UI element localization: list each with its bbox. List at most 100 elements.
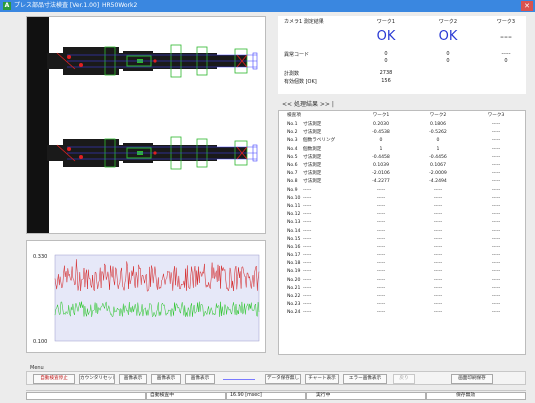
results-cell-work2: ----- bbox=[433, 203, 443, 209]
results-row: No.1 寸法測定 0.2030 0.1806 ----- bbox=[279, 121, 525, 129]
results-row: No.24 ----- ----- ----- ----- bbox=[279, 309, 525, 317]
results-cell-work2: -2.0009 bbox=[429, 171, 447, 177]
menu-button-9[interactable]: 戻り bbox=[393, 374, 415, 384]
results-cell-work1: ----- bbox=[376, 195, 386, 201]
results-cell-type: ----- bbox=[303, 203, 312, 209]
menu-separator-line bbox=[223, 379, 255, 380]
result-code2-work3: 0 bbox=[504, 58, 508, 64]
results-cell-work1: ----- bbox=[376, 302, 386, 308]
results-row: No.14 ----- ----- ----- ----- bbox=[279, 227, 525, 235]
title-bar: A プレス部品寸法検査 [Ver.1.00] HR50Work2 ✕ bbox=[0, 0, 535, 12]
status-time: 16.90 [msec] bbox=[230, 393, 262, 398]
results-cell-work1: ----- bbox=[376, 220, 386, 226]
menu-button-8[interactable]: エラー画像表示 bbox=[343, 374, 387, 384]
results-cell-item: No.6 bbox=[287, 163, 298, 169]
results-cell-work1: ----- bbox=[376, 212, 386, 218]
results-cell-item: No.5 bbox=[287, 154, 298, 160]
results-cell-work3: ----- bbox=[491, 220, 501, 226]
results-header-type bbox=[301, 111, 353, 121]
results-header-work3: ワーク3 bbox=[487, 113, 505, 118]
results-cell-work3: ----- bbox=[491, 269, 501, 275]
results-row: No.8 寸法測定 -4.2277 -4.2494 ----- bbox=[279, 178, 525, 186]
results-cell-work3: ----- bbox=[491, 146, 501, 152]
results-cell-item: No.10 bbox=[287, 195, 301, 201]
results-cell-work1: ----- bbox=[376, 261, 386, 267]
result-code-work1: 0 bbox=[384, 51, 388, 57]
results-row: No.9 ----- ----- ----- ----- bbox=[279, 187, 525, 195]
results-table-panel: 検査項目 ワーク1 ワーク2 ワーク3 No.1 寸法測定 0.2030 0.1806… bbox=[278, 110, 526, 355]
results-cell-work2: ----- bbox=[433, 277, 443, 283]
menu-button-1[interactable]: 自動検査停止 bbox=[33, 374, 75, 384]
menu-button-3[interactable]: 画像表示 bbox=[119, 374, 147, 384]
results-header-work1: ワーク1 bbox=[372, 113, 390, 118]
results-cell-work3: ----- bbox=[491, 195, 501, 201]
results-cell-work3: ----- bbox=[491, 138, 501, 144]
results-cell-work2: ----- bbox=[433, 302, 443, 308]
app-icon: A bbox=[3, 2, 11, 10]
results-cell-work1: ----- bbox=[376, 294, 386, 300]
summary-panel: カメラ1 測定結果 ワーク1 ワーク2 ワーク3 OK OK --- 異常コード… bbox=[278, 16, 526, 94]
results-cell-work1: ----- bbox=[376, 269, 386, 275]
results-row: No.11 ----- ----- ----- ----- bbox=[279, 203, 525, 211]
results-cell-work1: 0.1039 bbox=[372, 163, 390, 169]
menu-button-2[interactable]: カウンタリセット bbox=[79, 374, 115, 384]
results-cell-work1: ----- bbox=[376, 253, 386, 259]
results-cell-work3: ----- bbox=[491, 294, 501, 300]
menu-bar: 自動検査停止 カウンタリセット 画像表示 画像表示 画像表示 データ保存無し チャート表示エ… bbox=[26, 371, 526, 385]
results-cell-work2: ----- bbox=[433, 285, 443, 291]
results-cell-work2: ----- bbox=[433, 236, 443, 242]
results-cell-work3: ----- bbox=[491, 212, 501, 218]
results-row: No.19 ----- ----- ----- ----- bbox=[279, 268, 525, 276]
results-cell-work1: ----- bbox=[376, 310, 386, 316]
results-table: 検査項目 ワーク1 ワーク2 ワーク3 No.1 寸法測定 0.2030 0.1806… bbox=[279, 111, 525, 318]
results-cell-work2: ----- bbox=[433, 269, 443, 275]
results-cell-work1: -0.4538 bbox=[372, 130, 390, 136]
close-icon[interactable]: ✕ bbox=[521, 1, 533, 11]
results-row: No.21 ----- ----- ----- ----- bbox=[279, 285, 525, 293]
menu-button-4[interactable]: 画像表示 bbox=[151, 374, 181, 384]
results-cell-work2: ----- bbox=[433, 195, 443, 201]
menu-button-5[interactable]: 画像表示 bbox=[185, 374, 215, 384]
tab-process-result[interactable]: << 処理結果 >> | bbox=[282, 99, 334, 108]
results-row: No.13 ----- ----- ----- ----- bbox=[279, 219, 525, 227]
results-cell-work3: ----- bbox=[491, 253, 501, 259]
results-cell-type: ----- bbox=[303, 269, 312, 275]
results-cell-work3: ----- bbox=[491, 261, 501, 267]
results-row: No.20 ----- ----- ----- ----- bbox=[279, 277, 525, 285]
judgement-work1: OK bbox=[376, 29, 396, 44]
results-row: No.23 ----- ----- ----- ----- bbox=[279, 301, 525, 309]
results-cell-type: 個数ラベリング bbox=[303, 138, 336, 144]
results-row: No.15 ----- ----- ----- ----- bbox=[279, 236, 525, 244]
status-state: 実行中 bbox=[316, 393, 331, 398]
result-code-work3: ----- bbox=[501, 51, 511, 57]
results-cell-item: No.8 bbox=[287, 179, 298, 185]
results-cell-type: ----- bbox=[303, 212, 312, 218]
results-cell-work2: -4.2494 bbox=[429, 179, 447, 185]
results-header-row: 検査項目 ワーク1 ワーク2 ワーク3 bbox=[279, 111, 525, 121]
menu-button-6[interactable]: データ保存無し bbox=[265, 374, 301, 384]
status-save: 保存無効 bbox=[456, 393, 476, 398]
results-cell-type: 寸法測定 bbox=[303, 154, 322, 160]
results-cell-item: No.4 bbox=[287, 146, 298, 152]
results-cell-type: ----- bbox=[303, 277, 312, 283]
results-row: No.7 寸法測定 -2.0106 -2.0009 ----- bbox=[279, 170, 525, 178]
results-row: No.5 寸法測定 -0.4458 -0.4456 ----- bbox=[279, 154, 525, 162]
results-cell-work1: ----- bbox=[376, 285, 386, 291]
results-cell-work3: ----- bbox=[491, 171, 501, 177]
menu-button-10[interactable]: 画面印刷保存 bbox=[451, 374, 493, 384]
results-cell-work2: ----- bbox=[433, 244, 443, 250]
results-cell-item: No.20 bbox=[287, 277, 301, 283]
results-cell-work2: ----- bbox=[433, 212, 443, 218]
chart-plot-area bbox=[54, 254, 260, 342]
results-cell-work3: ----- bbox=[491, 244, 501, 250]
results-cell-work2: -0.5262 bbox=[429, 130, 447, 136]
results-cell-work2: -0.4456 bbox=[429, 154, 447, 160]
results-cell-type: ----- bbox=[303, 187, 312, 193]
results-cell-work3: ----- bbox=[491, 122, 501, 128]
results-cell-work1: 0 bbox=[379, 138, 383, 144]
results-cell-work2: ----- bbox=[433, 253, 443, 259]
menu-button-7[interactable]: チャート表示 bbox=[305, 374, 339, 384]
result-code2-work1: 0 bbox=[384, 58, 388, 64]
ok-count-label: 有効個数 [OK] bbox=[284, 79, 317, 85]
results-cell-type: ----- bbox=[303, 253, 312, 259]
